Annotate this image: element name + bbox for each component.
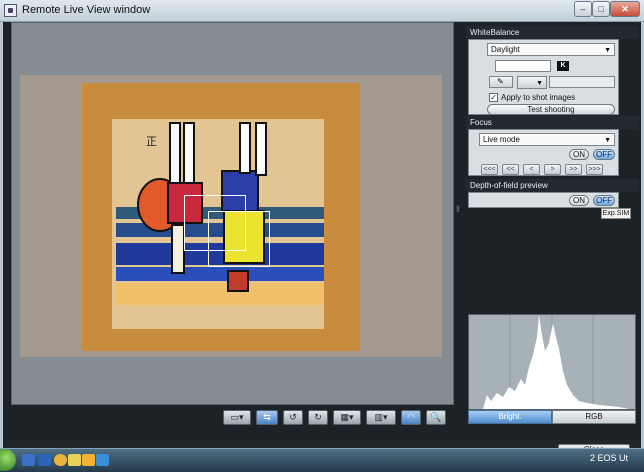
svg-text:正: 正 (146, 135, 157, 148)
focus-near-small-button[interactable]: < (523, 164, 540, 175)
focus-step-row: <<< << < > >> >>> ∞ (481, 164, 621, 175)
focus-far-small-button[interactable]: > (544, 164, 561, 175)
chrome-icon[interactable] (54, 454, 67, 466)
live-view-area[interactable]: 正 (11, 22, 454, 405)
infinity-icon: ∞ (609, 164, 616, 174)
window-title: Remote Live View window (22, 4, 151, 16)
rotate-right-icon: ↻ (314, 412, 322, 422)
close-window-button[interactable]: ✕ (610, 1, 640, 17)
remote-live-view-window: Remote Live View window – □ ✕ 正 ▭▾ ⇆ ↺ ↻… (0, 0, 644, 472)
focus-section: Live mode ▼ ON OFF <<< << < > >> >>> ∞ (468, 129, 619, 176)
kelvin-unit-label: K (557, 61, 569, 71)
rotate-left-icon: ↺ (289, 412, 297, 422)
live-view-image[interactable]: 正 (20, 75, 442, 357)
tab-rgb[interactable]: RGB (552, 410, 636, 424)
dof-off-button[interactable]: OFF (593, 195, 615, 206)
dof-title: Depth-of-field preview (466, 179, 639, 192)
focus-far-medium-button[interactable]: >> (565, 164, 582, 175)
bottom-strip (3, 440, 641, 448)
dof-on-button[interactable]: ON (569, 195, 589, 206)
taskbar: 2 EOS Ut (0, 448, 644, 472)
minimize-button[interactable]: – (574, 1, 592, 17)
title-bar[interactable]: Remote Live View window – □ ✕ (0, 0, 644, 22)
white-balance-picker-button[interactable]: ✎ (489, 76, 513, 88)
folder-icon[interactable] (68, 454, 81, 466)
white-balance-title: WhiteBalance (466, 26, 639, 39)
aspect-ratio-button[interactable]: ▥▾ (366, 410, 396, 425)
app-icon (4, 4, 17, 17)
app-icon-blue[interactable] (96, 454, 109, 466)
zoom-frame[interactable] (208, 211, 270, 267)
compare-button[interactable]: ⇆ (256, 410, 278, 425)
chevron-down-icon: ▼ (604, 137, 611, 144)
histogram (468, 314, 636, 410)
focus-title: Focus (466, 116, 639, 129)
focus-on-button[interactable]: ON (569, 149, 589, 160)
aspect-ratio-icon: ▥▾ (374, 412, 388, 422)
desktop-icon[interactable] (22, 454, 35, 466)
white-balance-shift-select[interactable]: ▼ (517, 76, 547, 89)
panel-splitter[interactable]: ‖ (456, 204, 460, 214)
app-icon-orange[interactable] (82, 454, 95, 466)
window-body: 正 ▭▾ ⇆ ↺ ↻ ▦▾ ▥▾ ◠ 🔍 ‖ WhiteBalance Dayl… (3, 22, 641, 440)
focus-near-medium-button[interactable]: << (502, 164, 519, 175)
settings-panel: WhiteBalance Daylight ▼ K ✎ ▼ ✓ Apply to… (466, 22, 639, 440)
test-shooting-button[interactable]: Test shooting (487, 104, 615, 115)
eos-utility-icon[interactable] (38, 454, 51, 466)
live-view-button[interactable]: ◠ (401, 410, 421, 425)
rotate-left-button[interactable]: ↺ (283, 410, 303, 425)
tab-brightness[interactable]: Bright. (468, 410, 552, 424)
focus-off-button[interactable]: OFF (593, 149, 615, 160)
white-balance-select[interactable]: Daylight ▼ (487, 43, 615, 56)
chevron-down-icon: ▼ (604, 47, 611, 54)
maximize-button[interactable]: □ (592, 1, 610, 17)
grid-button[interactable]: ▦▾ (333, 410, 361, 425)
exp-sim-badge: Exp.SIM (601, 208, 631, 219)
zoom-button[interactable]: 🔍 (426, 410, 446, 425)
apply-to-shot-checkbox[interactable]: ✓ (489, 93, 498, 102)
white-balance-section: Daylight ▼ K ✎ ▼ ✓ Apply to shot images … (468, 39, 619, 115)
focus-mode-value: Live mode (483, 135, 520, 144)
histogram-graph (483, 315, 629, 409)
dof-section: ON OFF (468, 192, 619, 208)
focus-far-large-button[interactable]: >>> (586, 164, 603, 175)
eyedropper-icon: ✎ (497, 77, 504, 86)
focus-mode-select[interactable]: Live mode ▼ (479, 133, 615, 146)
kelvin-input[interactable] (495, 60, 551, 72)
screen-mode-button[interactable]: ▭▾ (223, 410, 251, 425)
chevron-down-icon: ▼ (536, 80, 543, 87)
grid-icon: ▦▾ (340, 412, 354, 422)
apply-to-shot-label: Apply to shot images (501, 93, 576, 102)
white-balance-shift-field (549, 76, 615, 88)
taskbar-eos-utility-item[interactable]: 2 EOS Ut (590, 453, 628, 463)
rotate-right-button[interactable]: ↻ (308, 410, 328, 425)
white-balance-value: Daylight (491, 45, 520, 54)
zoom-icon: 🔍 (430, 412, 442, 422)
live-view-icon: ◠ (407, 412, 415, 422)
start-button[interactable] (0, 449, 16, 471)
screen-mode-icon: ▭▾ (230, 412, 244, 422)
compare-icon: ⇆ (263, 412, 271, 422)
focus-near-large-button[interactable]: <<< (481, 164, 498, 175)
